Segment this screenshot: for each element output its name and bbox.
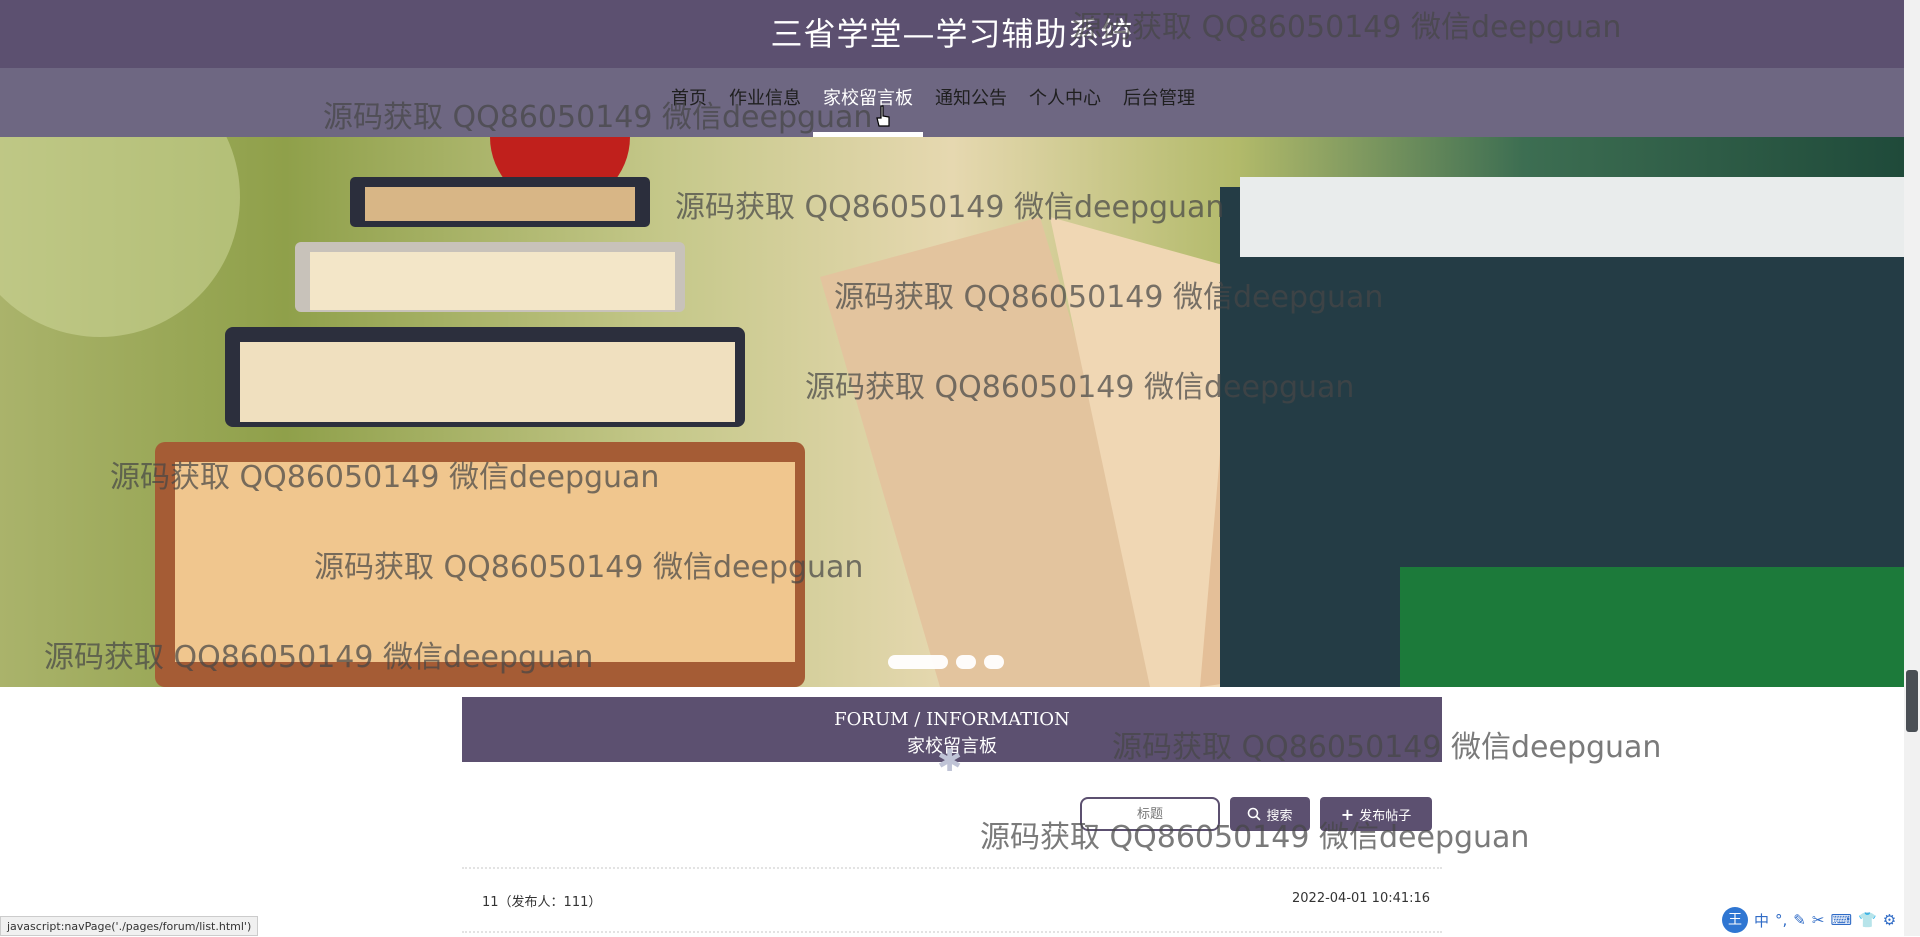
nav-item-forum[interactable]: 家校留言板 [813, 68, 923, 137]
site-title: 三省学堂—学习辅助系统 [770, 15, 1134, 53]
plus-icon: + [1340, 804, 1355, 824]
post-title-link[interactable]: 11（发布人：111） [482, 891, 601, 910]
ime-toolbar: 王 中 °, ✎ ✂ ⌨ 👕 ⚙ [1722, 906, 1896, 934]
top-header: 三省学堂—学习辅助系统 [0, 0, 1904, 68]
ime-chinese-mode-icon[interactable]: 中 [1754, 910, 1769, 931]
nav-item-home[interactable]: 首页 [661, 68, 717, 137]
banner-books-illustration [0, 137, 1904, 687]
nav-item-profile[interactable]: 个人中心 [1019, 68, 1111, 137]
main-nav: 首页 作业信息 家校留言板 通知公告 个人中心 后台管理 [0, 68, 1904, 137]
title-search-input[interactable] [1080, 797, 1220, 831]
carousel-dot-2[interactable] [956, 655, 976, 669]
decorative-star-icon: ✱ [937, 744, 963, 779]
search-icon [1248, 807, 1262, 821]
search-button-label: 搜索 [1266, 808, 1293, 824]
carousel-dot-3[interactable] [984, 655, 1004, 669]
new-post-button[interactable]: + 发布帖子 [1320, 797, 1432, 831]
new-post-button-label: 发布帖子 [1359, 808, 1412, 824]
list-divider [462, 867, 1442, 869]
ime-punctuation-icon[interactable]: °, [1775, 911, 1787, 929]
ime-handwriting-icon[interactable]: ✎ [1793, 911, 1806, 929]
ime-logo-icon[interactable]: 王 [1722, 907, 1748, 933]
ime-skin-icon[interactable]: 👕 [1858, 911, 1877, 929]
carousel-dots [888, 655, 1004, 669]
carousel-dot-1[interactable] [888, 655, 948, 669]
browser-status-bar: javascript:navPage('./pages/forum/list.h… [0, 916, 259, 936]
list-divider [462, 931, 1442, 933]
ime-settings-icon[interactable]: ⚙ [1883, 911, 1896, 929]
ime-scissors-icon[interactable]: ✂ [1812, 911, 1825, 929]
nav-item-notice[interactable]: 通知公告 [925, 68, 1017, 137]
mouse-cursor-icon [876, 105, 890, 127]
nav-items: 首页 作业信息 家校留言板 通知公告 个人中心 后台管理 [660, 68, 1206, 137]
search-button[interactable]: 搜索 [1230, 797, 1310, 831]
nav-item-homework[interactable]: 作业信息 [719, 68, 811, 137]
page-scrollbar[interactable] [1904, 0, 1920, 936]
nav-item-admin[interactable]: 后台管理 [1113, 68, 1205, 137]
hero-banner-carousel [0, 137, 1904, 687]
post-date: 2022-04-01 10:41:16 [1292, 891, 1431, 906]
scrollbar-thumb[interactable] [1906, 670, 1918, 732]
ime-keyboard-icon[interactable]: ⌨ [1830, 911, 1852, 929]
section-title-en: FORUM / INFORMATION [834, 709, 1070, 730]
